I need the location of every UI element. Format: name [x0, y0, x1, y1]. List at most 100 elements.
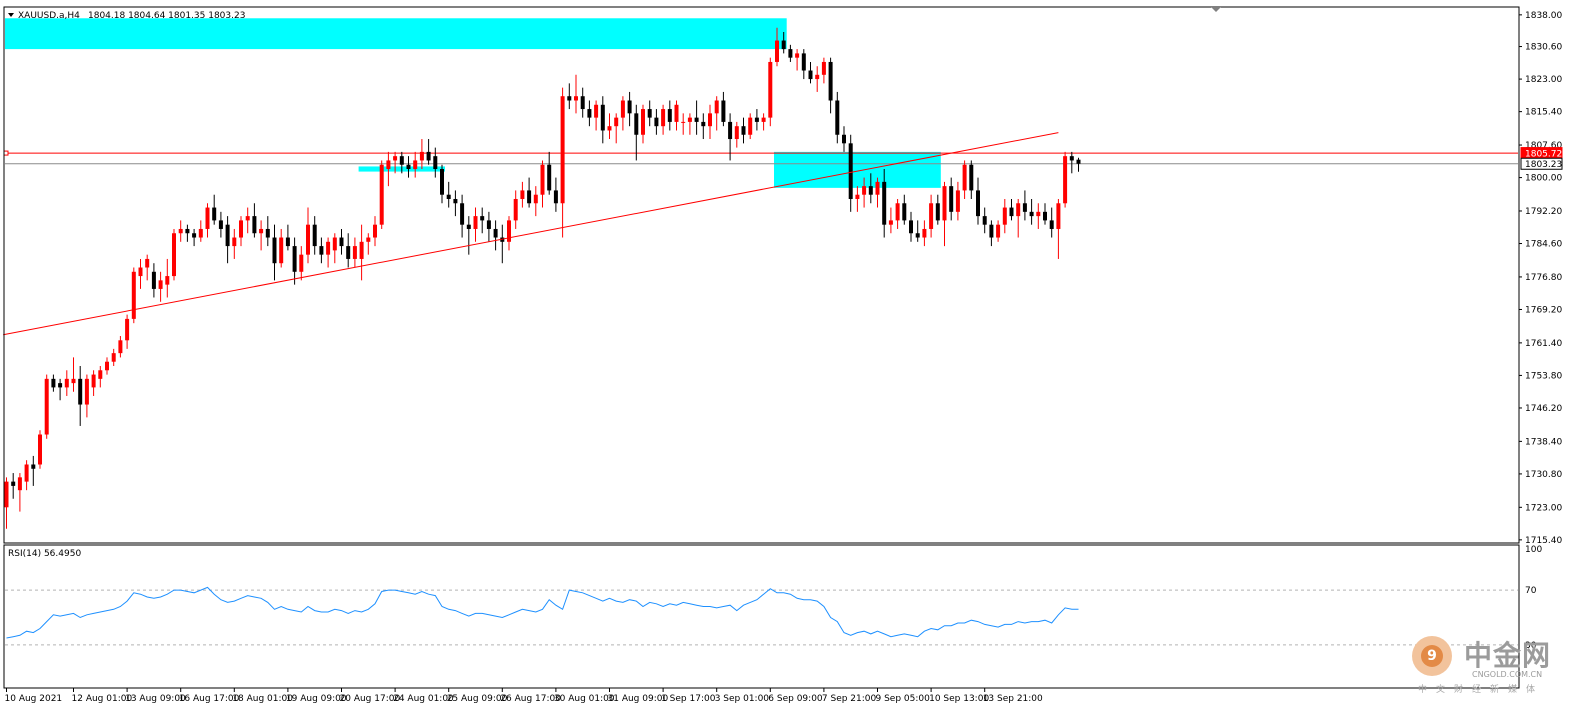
watermark-brand: 中金网 — [1464, 639, 1552, 672]
candle-body — [614, 117, 619, 127]
candle-body — [875, 181, 880, 195]
candle — [44, 374, 49, 439]
rsi-level-label: 70 — [1525, 586, 1537, 596]
candle-body — [413, 160, 418, 170]
price-tick-label: 1776.80 — [1525, 273, 1562, 283]
time-tick-label: 13 Sep 21:00 — [983, 694, 1043, 704]
candle-body — [935, 203, 940, 221]
candle-body — [681, 121, 686, 123]
candle-body — [299, 254, 304, 272]
candle-body — [708, 113, 712, 127]
price-tick-label: 1815.40 — [1525, 108, 1562, 118]
line-anchor-handle[interactable] — [3, 150, 9, 156]
candle-body — [232, 237, 237, 247]
time-tick-label: 30 Aug 01:00 — [554, 694, 615, 704]
time-tick-label: 16 Aug 17:00 — [179, 694, 240, 704]
candle-body — [969, 164, 974, 191]
candle-body — [38, 434, 42, 465]
ohlc-readout: 1804.18 1804.64 1801.35 1803.23 — [88, 11, 245, 21]
candle-body — [1022, 203, 1027, 212]
watermark-url: CNGOLD.COM.CN — [1472, 670, 1543, 679]
candle-body — [352, 246, 357, 259]
candle-body — [1069, 156, 1074, 161]
candle-body — [319, 246, 324, 255]
candle-body — [192, 233, 197, 238]
candle-body — [453, 198, 458, 204]
candle-body — [915, 233, 920, 238]
candle-body — [909, 220, 913, 234]
time-tick-label: 1 Sep 17:00 — [661, 694, 716, 704]
candle-body — [580, 96, 585, 110]
candle-body — [373, 224, 377, 238]
candle-body — [64, 378, 69, 388]
rsi-level-label: 100 — [1525, 545, 1542, 555]
price-tick-label: 1792.20 — [1525, 207, 1562, 217]
rsi-label: RSI(14) 56.4950 — [8, 549, 81, 559]
candle-body — [1063, 156, 1068, 204]
supply-demand-zone[interactable] — [5, 18, 787, 50]
time-tick-label: 12 Aug 01:00 — [72, 694, 133, 704]
candle-body — [466, 224, 471, 229]
candle-body — [379, 164, 384, 225]
price-tags: 1805.721803.23 — [1520, 147, 1563, 170]
candle — [1063, 151, 1068, 208]
price-tick-label: 1761.40 — [1525, 339, 1562, 349]
candle-body — [17, 477, 22, 491]
time-tick-label: 31 Aug 09:00 — [608, 694, 669, 704]
candle-body — [138, 267, 143, 277]
candle-body — [11, 481, 16, 486]
price-tick-label: 1823.00 — [1525, 75, 1562, 85]
candle — [379, 160, 384, 229]
candle-body — [674, 104, 679, 122]
price-tick-label: 1753.80 — [1525, 371, 1562, 381]
candle-body — [540, 164, 545, 195]
candle-body — [828, 61, 833, 101]
candle-body — [976, 190, 980, 217]
candle-body — [553, 190, 558, 204]
candle-body — [440, 169, 444, 195]
candle-body — [687, 117, 692, 122]
candle-body — [366, 237, 371, 242]
candle-body — [480, 216, 485, 221]
candle-body — [888, 220, 893, 225]
candle-body — [178, 228, 183, 234]
candle-body — [346, 246, 351, 259]
time-tick-label: 25 Aug 09:00 — [447, 694, 508, 704]
candle-body — [801, 53, 806, 71]
time-tick-label: 9 Sep 05:00 — [876, 694, 931, 704]
candle-body — [547, 164, 552, 191]
candle-body — [359, 241, 364, 259]
candle-body — [982, 216, 987, 225]
candle-body — [386, 160, 391, 170]
candle-body — [902, 203, 907, 221]
candle-body — [292, 246, 297, 272]
time-tick-label: 10 Sep 13:00 — [929, 694, 989, 704]
candle-body — [955, 190, 960, 212]
candle-body — [721, 100, 726, 122]
candle-body — [922, 228, 927, 238]
candle-body — [339, 237, 344, 247]
candle-body — [446, 194, 451, 199]
candle-body — [842, 134, 846, 144]
candle-body — [567, 96, 572, 101]
candle-body — [600, 104, 605, 131]
time-tick-label: 24 Aug 01:00 — [393, 694, 454, 704]
candle-body — [279, 237, 284, 264]
candle-body — [225, 224, 230, 247]
price-tag-label: 1803.23 — [1525, 160, 1562, 170]
time-tick-label: 18 Aug 01:00 — [232, 694, 293, 704]
candle-body — [172, 233, 176, 277]
candle-body — [862, 186, 867, 195]
candle-body — [58, 383, 63, 388]
candle-body — [1056, 203, 1061, 229]
candle-body — [882, 181, 887, 225]
candle-body — [560, 96, 565, 204]
time-tick-label: 19 Aug 09:00 — [286, 694, 347, 704]
candle-body — [4, 481, 9, 508]
candle-body — [868, 186, 873, 195]
candle-body — [768, 61, 773, 118]
candle-body — [24, 464, 29, 482]
candle-body — [105, 361, 109, 371]
candle-body — [165, 276, 170, 285]
candle-body — [212, 207, 217, 221]
